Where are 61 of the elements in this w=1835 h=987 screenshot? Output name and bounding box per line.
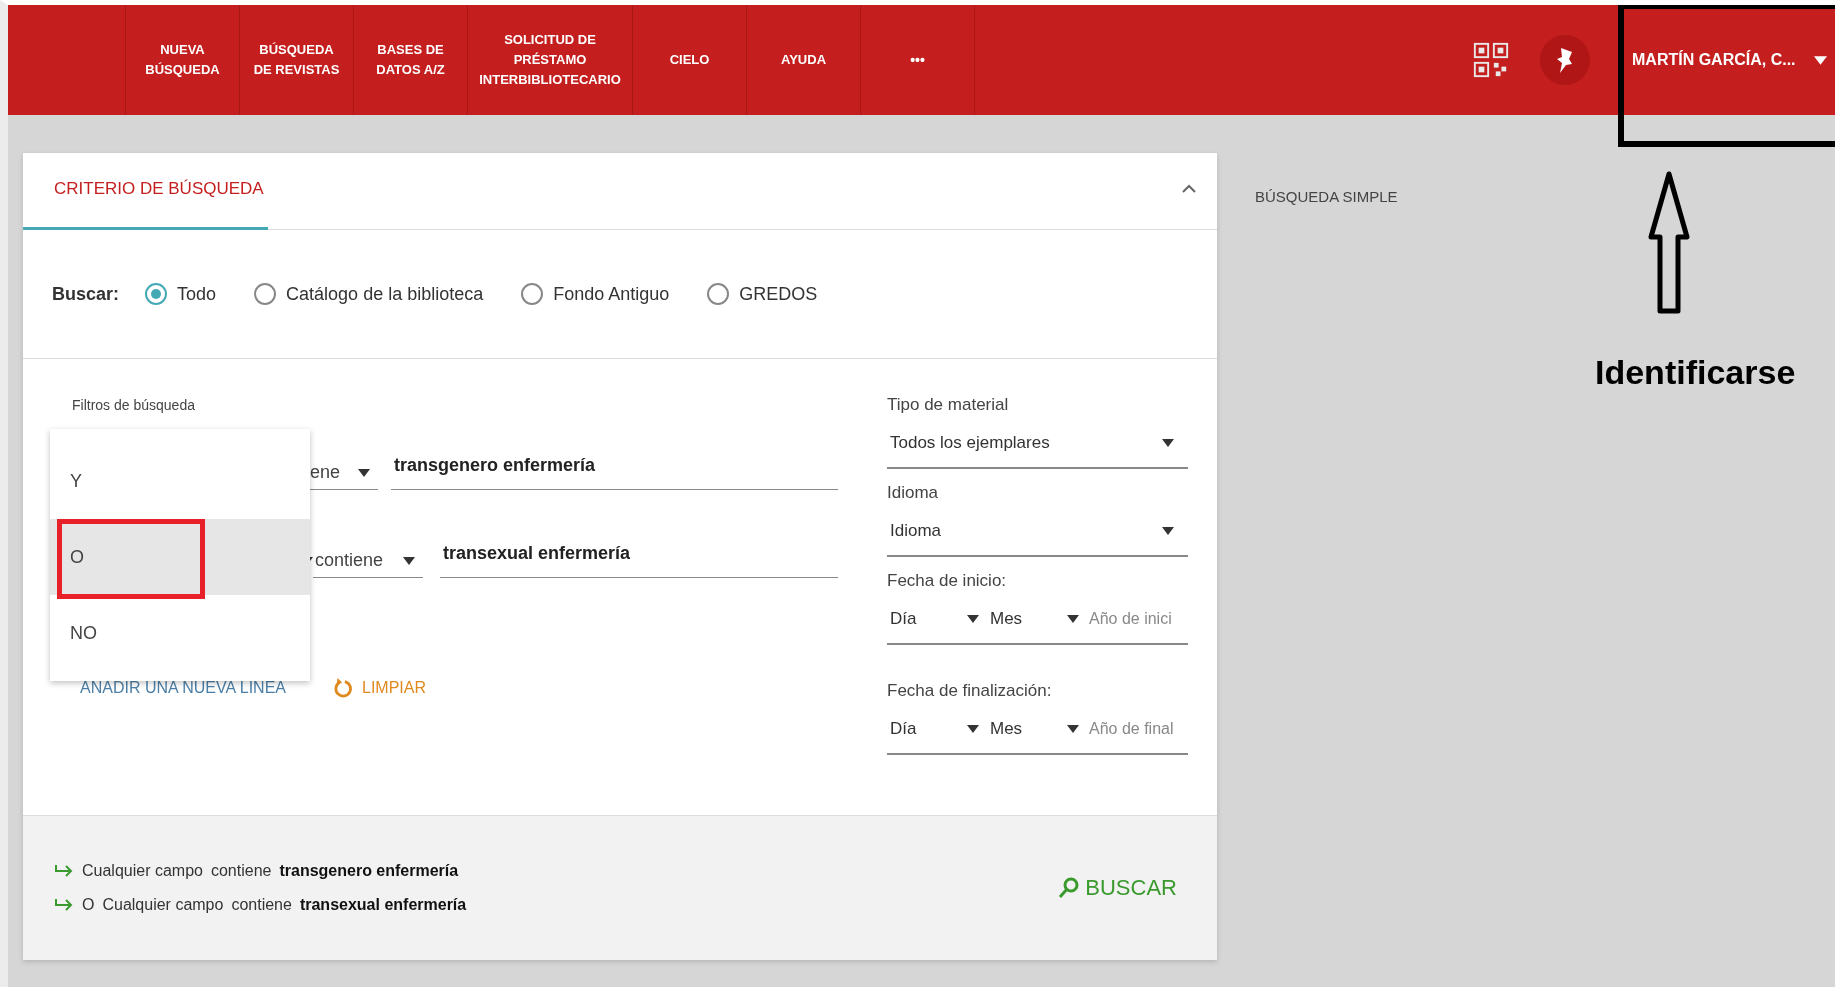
summary-term: transgenero enfermería xyxy=(279,862,459,880)
qr-code-icon[interactable] xyxy=(1472,41,1510,79)
operator-select[interactable]: contiene xyxy=(313,544,423,578)
date-label: Fecha de finalización: xyxy=(887,680,1053,702)
language-label: Idioma xyxy=(887,482,940,504)
simple-search-link[interactable]: BÚSQUEDA SIMPLE xyxy=(1255,188,1398,205)
caret-icon[interactable] xyxy=(403,556,415,565)
month-select[interactable]: Mes xyxy=(987,595,1087,645)
return-arrow-icon xyxy=(54,864,74,878)
radio-option[interactable]: Catálogo de la biblioteca xyxy=(254,283,484,305)
day-select[interactable]: Día xyxy=(887,595,987,645)
nav-link[interactable]: AYUDA xyxy=(746,5,860,115)
summary-field: Cualquier campo xyxy=(82,862,203,880)
refresh-icon[interactable] xyxy=(332,676,354,700)
caret-icon[interactable] xyxy=(967,615,979,623)
summary-term: transexual enfermería xyxy=(299,896,467,914)
nav-link[interactable]: ••• xyxy=(860,5,975,115)
chevron-icon[interactable] xyxy=(1181,183,1197,193)
date-label: Fecha de inicio: xyxy=(887,570,1008,592)
up-arrow-icon xyxy=(1647,171,1691,315)
nav-link[interactable]: BÚSQUEDA DE REVISTAS xyxy=(239,5,353,115)
summary-operator: contiene xyxy=(231,896,292,914)
search-term-field[interactable]: transgenero enfermería xyxy=(391,455,838,490)
radio-option[interactable]: Todo xyxy=(145,283,217,305)
scope-label: Buscar: xyxy=(52,283,120,305)
radio-option[interactable]: GREDOS xyxy=(707,283,818,305)
month-select[interactable]: Mes xyxy=(987,705,1087,755)
summary-field: Cualquier campo xyxy=(102,896,224,914)
caret-icon[interactable] xyxy=(1162,439,1174,447)
annotation-label: Identificarse xyxy=(1595,353,1796,392)
material-label: Tipo de material xyxy=(887,394,1010,416)
caret-icon[interactable] xyxy=(1067,615,1079,623)
nav-link[interactable]: CIELO xyxy=(632,5,746,115)
nav-link[interactable]: SOLICITUD DE PRÉSTAMO INTERBIBLIOTECARIO xyxy=(467,5,632,115)
year-field[interactable]: Año de final xyxy=(1087,705,1188,755)
day-select[interactable]: Día xyxy=(887,705,987,755)
nav-link[interactable]: NUEVA BÚSQUEDA xyxy=(125,5,239,115)
language-select[interactable]: Idioma xyxy=(887,507,1188,557)
filters-label: Filtros de búsqueda xyxy=(72,397,196,413)
radio-button[interactable] xyxy=(145,283,168,305)
caret-icon[interactable] xyxy=(1162,527,1174,535)
radio-option[interactable]: Fondo Antiguo xyxy=(521,283,670,305)
caret-icon[interactable] xyxy=(1067,725,1079,733)
caret-icon[interactable] xyxy=(358,468,370,477)
radio-button[interactable] xyxy=(707,283,730,305)
user-menu[interactable]: MARTÍN GARCÍA, C... xyxy=(1610,5,1835,115)
criteria-tab[interactable]: CRITERIO DE BÚSQUEDA xyxy=(23,153,268,230)
search-term-field[interactable]: transexual enfermería xyxy=(440,543,838,578)
caret-icon[interactable] xyxy=(1813,55,1827,65)
caret-icon[interactable] xyxy=(967,725,979,733)
summary-operator: contiene xyxy=(210,862,272,880)
pin-icon[interactable] xyxy=(1540,35,1590,85)
material-select[interactable]: Todos los ejemplares xyxy=(887,419,1188,469)
add-line-link[interactable]: AÑADIR UNA NUEVA LÍNEA xyxy=(80,679,320,697)
return-arrow-icon xyxy=(54,898,74,912)
logic-operator: O xyxy=(82,896,95,914)
radio-button[interactable] xyxy=(521,283,544,305)
nav-link[interactable]: BASES DE DATOS A/Z xyxy=(353,5,467,115)
dropdown-option[interactable]: NO xyxy=(50,595,310,671)
radio-button[interactable] xyxy=(254,283,277,305)
year-field[interactable]: Año de inici xyxy=(1087,595,1188,645)
